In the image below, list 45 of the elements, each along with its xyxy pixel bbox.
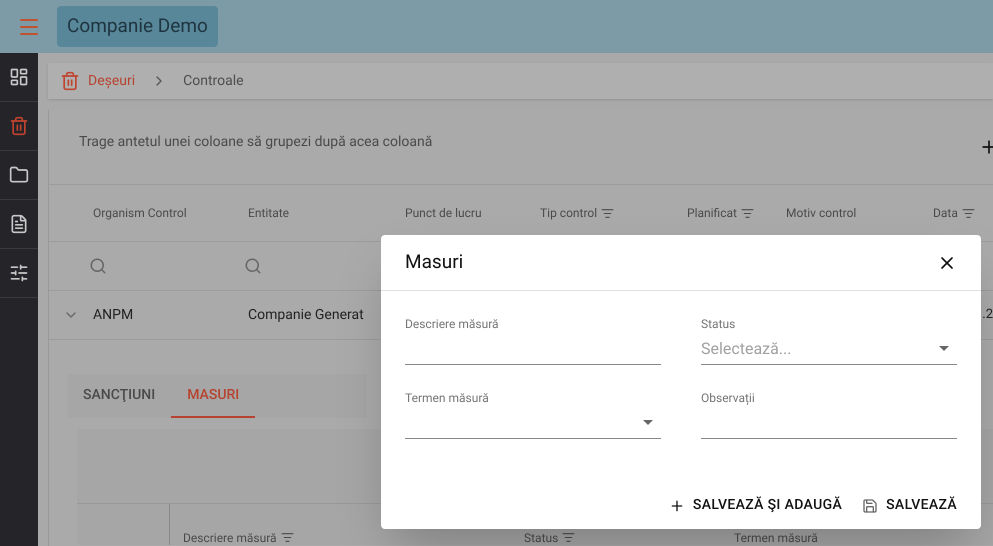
table-cell-text: ANPM <box>93 306 134 324</box>
breadcrumb-item[interactable]: Deșeuri <box>88 70 136 92</box>
column-header[interactable]: Entitate <box>248 204 290 222</box>
field-label: Descriere măsură <box>405 316 500 333</box>
placeholder-text: Selectează... <box>701 338 792 360</box>
action-button[interactable]: SALVEAZĂ <box>862 495 957 516</box>
column-header[interactable]: Data <box>933 204 975 222</box>
tab[interactable]: SANCŢIUNI <box>67 374 172 418</box>
column-header[interactable]: Punct de lucru <box>405 204 482 222</box>
field-label: Termen măsură <box>405 390 490 407</box>
column-header[interactable]: Tip control <box>540 204 614 222</box>
filter-icon[interactable] <box>280 531 294 544</box>
document-icon <box>9 214 29 234</box>
table-cell-text: Companie Generat <box>248 306 365 324</box>
search-icon <box>89 257 107 275</box>
dropdown-caret-icon <box>643 420 653 425</box>
group-hint: Trage antetul unei coloane să grupezi după acea coloană <box>79 132 432 152</box>
tab[interactable]: MASURI <box>171 374 256 418</box>
table-cell-text: .2 <box>982 306 993 324</box>
field-label: Observații <box>701 390 756 407</box>
trash-icon <box>9 116 29 136</box>
plus-icon <box>668 498 685 514</box>
search-icon <box>244 257 262 275</box>
column-header[interactable]: Descriere măsură <box>183 531 294 545</box>
select-field[interactable]: Selectează... <box>701 333 957 365</box>
filter-icon[interactable] <box>562 531 576 544</box>
folder-icon <box>9 165 29 185</box>
column-header[interactable]: Termen măsură <box>734 532 818 545</box>
dropdown-caret-icon <box>939 346 949 351</box>
action-button[interactable]: SALVEAZĂ ŞI ADAUGĂ <box>668 495 842 516</box>
dialog-title: Masuri <box>405 249 464 276</box>
column-header[interactable]: Motiv control <box>786 204 856 222</box>
filter-icon[interactable] <box>740 206 754 220</box>
column-header[interactable]: Status <box>524 531 576 545</box>
filter-icon[interactable] <box>962 206 975 220</box>
filter-icon[interactable] <box>601 206 614 220</box>
column-header[interactable]: Planificat <box>687 204 754 222</box>
trash-icon <box>60 71 80 91</box>
dashboard-icon <box>9 67 29 87</box>
breadcrumb-item: Controale <box>183 72 244 90</box>
sliders-icon <box>9 263 29 283</box>
company-title[interactable]: Companie Demo <box>57 6 218 47</box>
field-label: Status <box>701 316 736 333</box>
column-header[interactable]: Organism Control <box>93 204 187 222</box>
save-icon <box>862 498 878 514</box>
